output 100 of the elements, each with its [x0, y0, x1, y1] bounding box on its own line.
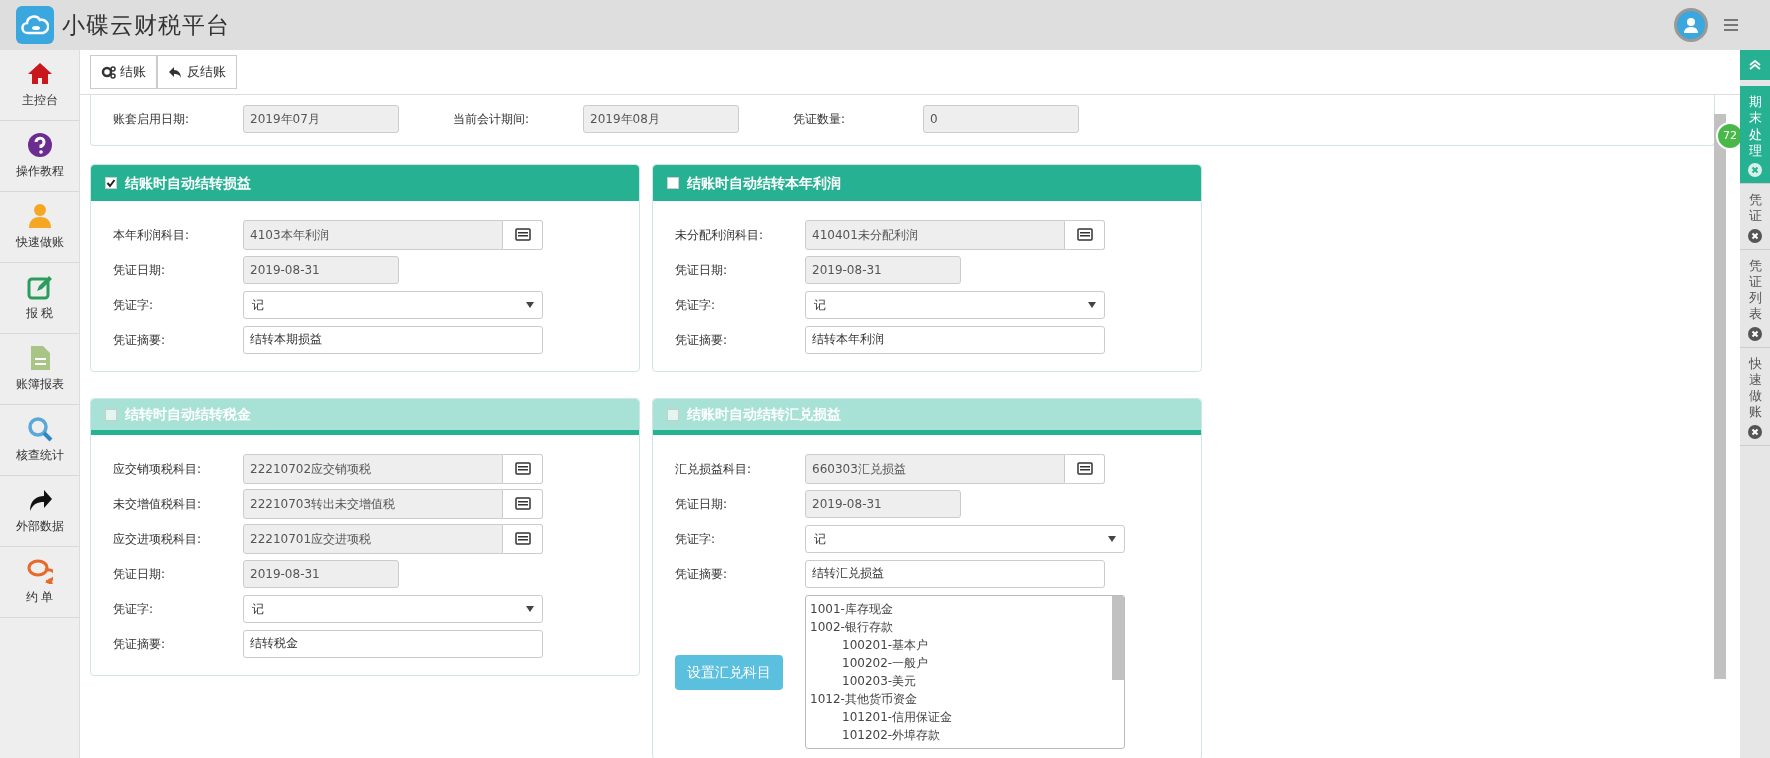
field-label: 未分配利润科目:	[675, 226, 765, 244]
readonly-field: 410401未分配利润	[805, 219, 1065, 250]
list-icon	[514, 497, 531, 510]
list-button[interactable]	[1065, 219, 1105, 250]
field-label: 凭证日期:	[675, 261, 729, 279]
input-field[interactable]: 结转汇兑损益	[805, 559, 1105, 588]
sidebar-item[interactable]: 报 税	[0, 263, 79, 334]
scrollbar[interactable]	[1714, 114, 1726, 679]
list-item[interactable]: 1012-其他货币资金	[810, 690, 1104, 708]
list-item[interactable]: 100202-一般户	[810, 654, 1104, 672]
field-label: 凭证摘要:	[113, 635, 167, 653]
sidebar-item[interactable]: 快速做账	[0, 192, 79, 263]
readonly-field: 0	[923, 105, 1079, 133]
date-field: 2019-08-31	[805, 255, 961, 284]
search-icon	[26, 416, 53, 442]
collapse-up-button[interactable]	[1740, 50, 1770, 80]
readonly-field: 2019年08月	[583, 105, 739, 133]
panel-title: 结账时自动结转损益	[125, 173, 251, 193]
list-item[interactable]: 1002-银行存款	[810, 618, 1104, 636]
toolbar-button[interactable]: 结账	[90, 55, 157, 89]
readonly-field: 2019年07月	[243, 105, 399, 133]
date-field: 2019-08-31	[243, 559, 399, 588]
side-tab[interactable]: 凭证列表	[1740, 249, 1770, 348]
home-icon	[26, 61, 53, 87]
toolbar-button[interactable]: 反结账	[157, 55, 237, 89]
list-button[interactable]	[503, 488, 543, 519]
list-item[interactable]: 1001-库存现金	[810, 600, 1104, 618]
field-label: 凭证日期:	[113, 565, 167, 583]
field-label: 凭证摘要:	[675, 565, 729, 583]
field-label: 凭证日期:	[113, 261, 167, 279]
close-icon[interactable]	[1748, 424, 1762, 439]
readonly-field: 22210702应交销项税	[243, 453, 503, 484]
readonly-field: 22210703转出未交增值税	[243, 488, 503, 519]
field-label: 未交增值税科目:	[113, 495, 203, 513]
field-label: 凭证摘要:	[113, 331, 167, 349]
panel-title: 结账时自动结转本年利润	[687, 173, 841, 193]
list-icon	[514, 462, 531, 475]
undo-icon	[168, 65, 183, 79]
gears-icon	[101, 65, 116, 79]
list-item[interactable]: 101202-外埠存款	[810, 726, 1104, 744]
checkbox[interactable]	[105, 408, 117, 421]
side-tab[interactable]: 凭证	[1740, 184, 1770, 250]
field-label: 应交销项税科目:	[113, 460, 203, 478]
caret-icon	[1088, 301, 1096, 308]
close-icon[interactable]	[1748, 326, 1762, 341]
edit-icon	[26, 274, 53, 300]
readonly-field: 660303汇兑损益	[805, 453, 1065, 484]
select-field[interactable]: 记	[805, 290, 1105, 319]
list-button[interactable]	[503, 453, 543, 484]
select-field[interactable]: 记	[805, 524, 1125, 553]
sidebar-item[interactable]: 外部数据	[0, 476, 79, 547]
help-icon	[26, 132, 53, 158]
double-chevron-up-icon	[1749, 60, 1761, 70]
panel-title: 结转时自动结转税金	[125, 405, 251, 424]
list-button[interactable]	[503, 219, 543, 250]
side-tab[interactable]: 快速做账	[1740, 347, 1770, 446]
sidebar-item[interactable]: 核查统计	[0, 405, 79, 476]
field-label: 本年利润科目:	[113, 226, 191, 244]
checkbox[interactable]	[667, 177, 679, 189]
checkbox[interactable]	[667, 408, 679, 421]
field-label: 凭证字:	[675, 530, 717, 548]
date-field: 2019-08-31	[805, 489, 961, 518]
panel-title: 结账时自动结转汇兑损益	[687, 405, 841, 424]
field-label: 凭证数量:	[793, 111, 847, 128]
list-button[interactable]	[503, 523, 543, 554]
field-label: 应交进项税科目:	[113, 530, 203, 548]
list-icon	[514, 228, 531, 241]
select-field[interactable]: 记	[243, 594, 543, 623]
field-label: 凭证字:	[113, 296, 155, 314]
list-item[interactable]: 101201-信用保证金	[810, 708, 1104, 726]
list-icon	[1076, 228, 1093, 241]
sidebar-item[interactable]: 主控台	[0, 50, 79, 121]
sidebar-item[interactable]: 操作教程	[0, 121, 79, 192]
list-button[interactable]	[1065, 453, 1105, 484]
input-field[interactable]: 结转税金	[243, 629, 543, 658]
scrollbar[interactable]	[1112, 596, 1124, 680]
checkbox[interactable]	[105, 177, 117, 189]
close-icon[interactable]	[1748, 228, 1762, 243]
list-item[interactable]: 100201-基本户	[810, 636, 1104, 654]
field-label: 当前会计期间:	[453, 111, 531, 128]
chat-icon	[26, 558, 53, 584]
date-field: 2019-08-31	[243, 255, 399, 284]
field-label: 账套启用日期:	[113, 111, 191, 128]
caret-icon	[1108, 535, 1116, 542]
list-icon	[1076, 462, 1093, 475]
field-label: 凭证字:	[675, 296, 717, 314]
field-label: 凭证日期:	[675, 495, 729, 513]
cloud-logo-icon	[16, 6, 54, 44]
menu-icon[interactable]	[1724, 18, 1738, 32]
caret-icon	[526, 301, 534, 308]
app-title: 小碟云财税平台	[62, 10, 230, 40]
list-item[interactable]: 100203-美元	[810, 672, 1104, 690]
sidebar-item[interactable]: 约 单	[0, 547, 79, 618]
caret-icon	[526, 605, 534, 612]
user-icon	[26, 203, 53, 229]
select-field[interactable]: 记	[243, 290, 543, 319]
sidebar-item[interactable]: 账簿报表	[0, 334, 79, 405]
input-field[interactable]: 结转本期损益	[243, 325, 543, 354]
avatar-icon[interactable]	[1674, 8, 1708, 42]
input-field[interactable]: 结转本年利润	[805, 325, 1105, 354]
